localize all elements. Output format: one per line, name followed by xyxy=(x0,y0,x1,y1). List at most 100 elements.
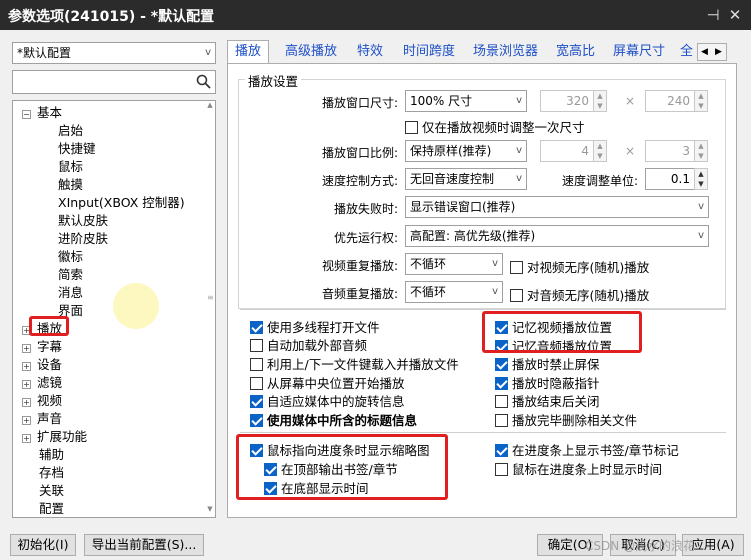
tree-item-basic[interactable]: − 基本 xyxy=(22,102,62,121)
init-button[interactable]: 初始化(I) xyxy=(10,534,76,556)
height-input[interactable]: 240 xyxy=(645,90,695,112)
checkbox-box[interactable] xyxy=(495,414,508,427)
tree-item-default-skin[interactable]: 默认皮肤 xyxy=(58,210,108,229)
checkbox-box[interactable] xyxy=(250,377,263,390)
tab-playback[interactable]: 播放 xyxy=(227,40,270,64)
audio-repeat-label: 音频重复播放: xyxy=(321,287,398,301)
audio-repeat-select[interactable]: 不循环 v xyxy=(405,281,503,303)
checkbox-box[interactable] xyxy=(250,339,263,352)
fail-select[interactable]: 显示错误窗口(推荐) v xyxy=(405,196,709,218)
tree-item-device[interactable]: + 设备 xyxy=(22,354,62,373)
priority-select[interactable]: 高配置: 高优先级(推荐) v xyxy=(405,225,709,247)
expand-icon[interactable]: + xyxy=(22,416,31,425)
expand-icon[interactable]: + xyxy=(22,434,31,443)
tree-item-index[interactable]: 简索 xyxy=(58,264,83,283)
export-config-button[interactable]: 导出当前配置(S)... xyxy=(84,534,204,556)
tree-item-subtitle[interactable]: + 字幕 xyxy=(22,336,62,355)
expand-icon[interactable]: + xyxy=(22,380,31,389)
tab-scene-browser[interactable]: 场景浏览器 xyxy=(466,41,545,63)
expand-icon[interactable]: + xyxy=(22,398,31,407)
width-input[interactable]: 320 xyxy=(540,90,594,112)
checkbox-box[interactable] xyxy=(510,289,523,302)
chevron-down-icon: v xyxy=(205,47,211,58)
expand-icon[interactable]: + xyxy=(22,344,31,353)
only-adjust-once-checkbox[interactable]: 仅在播放视频时调整一次尺寸 xyxy=(405,117,585,136)
opt-multithread[interactable]: 使用多线程打开文件 xyxy=(250,317,380,336)
checkbox-box[interactable] xyxy=(495,377,508,390)
video-shuffle-checkbox[interactable]: 对视频无序(随机)播放 xyxy=(510,257,649,276)
divider xyxy=(240,432,726,433)
opt-hide-pointer[interactable]: 播放时隐蔽指针 xyxy=(495,373,600,392)
opt-close-after[interactable]: 播放结束后关闭 xyxy=(495,391,600,410)
tree-item-video[interactable]: + 视频 xyxy=(22,390,62,409)
ratio-select[interactable]: 保持原样(推荐) v xyxy=(405,140,527,162)
window-size-select[interactable]: 100% 尺寸 v xyxy=(405,90,527,112)
checkbox-box[interactable] xyxy=(405,121,418,134)
checkbox-box[interactable] xyxy=(495,395,508,408)
tab-effects[interactable]: 特效 xyxy=(350,41,390,63)
opt-rotation[interactable]: 自适应媒体中的旋转信息 xyxy=(250,391,405,410)
checkbox-box[interactable] xyxy=(250,321,263,334)
checkbox-box[interactable] xyxy=(250,414,263,427)
width-spinner[interactable]: ▲ ▼ xyxy=(593,90,607,112)
audio-shuffle-checkbox[interactable]: 对音频无序(随机)播放 xyxy=(510,285,649,304)
opt-auto-audio[interactable]: 自动加载外部音频 xyxy=(250,335,367,354)
checkbox-box[interactable] xyxy=(495,444,508,457)
profile-select[interactable]: *默认配置 v xyxy=(12,42,216,64)
tree-item-extensions[interactable]: + 扩展功能 xyxy=(22,426,87,445)
window-size-value: 100% 尺寸 xyxy=(410,94,473,108)
collapse-icon[interactable]: − xyxy=(22,110,31,119)
checkbox-box[interactable] xyxy=(495,358,508,371)
checkbox-box[interactable] xyxy=(250,358,263,371)
opt-no-screensaver[interactable]: 播放时禁止屏保 xyxy=(495,354,600,373)
tree-item-logo[interactable]: 徽标 xyxy=(58,246,83,265)
tree-item-advanced-skin[interactable]: 进阶皮肤 xyxy=(58,228,108,247)
ratio-h-spinner[interactable]: ▲ ▼ xyxy=(694,140,708,162)
tree-item-config[interactable]: 配置 xyxy=(39,498,64,517)
tab-aspect-ratio[interactable]: 宽高比 xyxy=(549,41,602,63)
expand-icon[interactable]: + xyxy=(22,362,31,371)
tree-item-association[interactable]: 关联 xyxy=(39,480,64,499)
opt-delete-after[interactable]: 播放完毕删除相关文件 xyxy=(495,410,637,429)
ratio-w-input[interactable]: 4 xyxy=(540,140,594,162)
tree-item-start[interactable]: 启始 xyxy=(58,120,83,139)
checkbox-label: 使用多线程打开文件 xyxy=(267,320,380,335)
tree-item-filter[interactable]: + 滤镜 xyxy=(22,372,62,391)
checkbox-box[interactable] xyxy=(510,261,523,274)
speed-select[interactable]: 无回音速度控制 v xyxy=(405,168,527,190)
checkbox-box[interactable] xyxy=(495,463,508,476)
opt-show-bookmarks[interactable]: 在进度条上显示书签/章节标记 xyxy=(495,440,679,459)
opt-title-info[interactable]: 使用媒体中所含的标题信息 xyxy=(250,410,417,429)
tree-item-assist[interactable]: 辅助 xyxy=(39,444,64,463)
tree-item-touch[interactable]: 触摸 xyxy=(58,174,83,193)
height-spinner[interactable]: ▲ ▼ xyxy=(694,90,708,112)
speed-unit-spinner[interactable]: ▲ ▼ xyxy=(694,168,708,190)
search-icon[interactable] xyxy=(196,74,211,89)
tree-item-archive[interactable]: 存档 xyxy=(39,462,64,481)
search-input[interactable] xyxy=(15,72,193,92)
tab-advanced-playback[interactable]: 高级播放 xyxy=(278,41,344,63)
tree-item-mouse[interactable]: 鼠标 xyxy=(58,156,83,175)
tab-overflow[interactable]: 全 xyxy=(677,41,697,63)
opt-prev-next[interactable]: 利用上/下一文件键载入并播放文件 xyxy=(250,354,459,373)
checkbox-box[interactable] xyxy=(250,395,263,408)
tab-scroll[interactable]: ◀ ▶ xyxy=(697,43,727,61)
chevron-left-icon[interactable]: ◀ xyxy=(701,44,708,60)
tab-time-span[interactable]: 时间跨度 xyxy=(396,41,462,63)
ratio-w-spinner[interactable]: ▲ ▼ xyxy=(593,140,607,162)
video-repeat-select[interactable]: 不循环 v xyxy=(405,253,503,275)
opt-center-start[interactable]: 从屏幕中央位置开始播放 xyxy=(250,373,405,392)
chevron-right-icon[interactable]: ▶ xyxy=(715,44,722,60)
tree-item-xinput[interactable]: XInput(XBOX 控制器) xyxy=(58,192,185,211)
pin-icon[interactable]: ⊣ xyxy=(702,4,724,26)
tree-scrollbar[interactable]: ▲ ▼ ≡ xyxy=(205,101,215,517)
tree-item-shortcut[interactable]: 快捷键 xyxy=(58,138,96,157)
tree-item-message[interactable]: 消息 xyxy=(58,282,83,301)
opt-show-time[interactable]: 鼠标在进度条上时显示时间 xyxy=(495,459,662,478)
speed-unit-input[interactable]: 0.1 xyxy=(645,168,695,190)
ratio-h-input[interactable]: 3 xyxy=(645,140,695,162)
search-box[interactable] xyxy=(12,70,216,94)
close-icon[interactable]: ✕ xyxy=(724,4,746,26)
tree-item-audio[interactable]: + 声音 xyxy=(22,408,62,427)
tab-screen-size[interactable]: 屏幕尺寸 xyxy=(606,41,672,63)
